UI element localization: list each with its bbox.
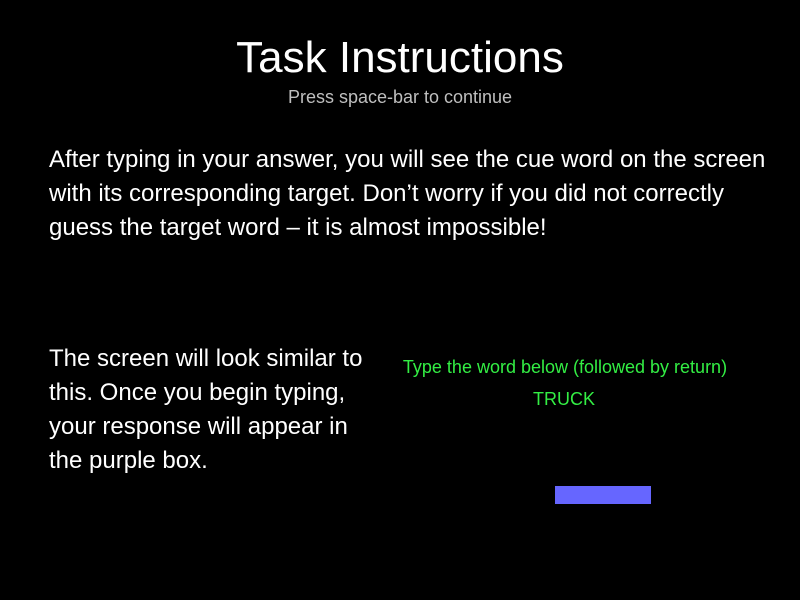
response-box (555, 486, 651, 504)
page-title: Task Instructions (236, 33, 564, 82)
preview-instruction-text: Type the word below (followed by return) (402, 357, 728, 377)
preview-cue-word: TRUCK (533, 389, 595, 409)
example-screen-preview: Type the word below (followed by return)… (370, 350, 760, 520)
instructions-paragraph-2: The screen will look similar to this. On… (49, 345, 363, 474)
continue-hint: Press space-bar to continue (287, 87, 513, 107)
instructions-paragraph-1: After typing in your answer, you will se… (49, 146, 766, 241)
